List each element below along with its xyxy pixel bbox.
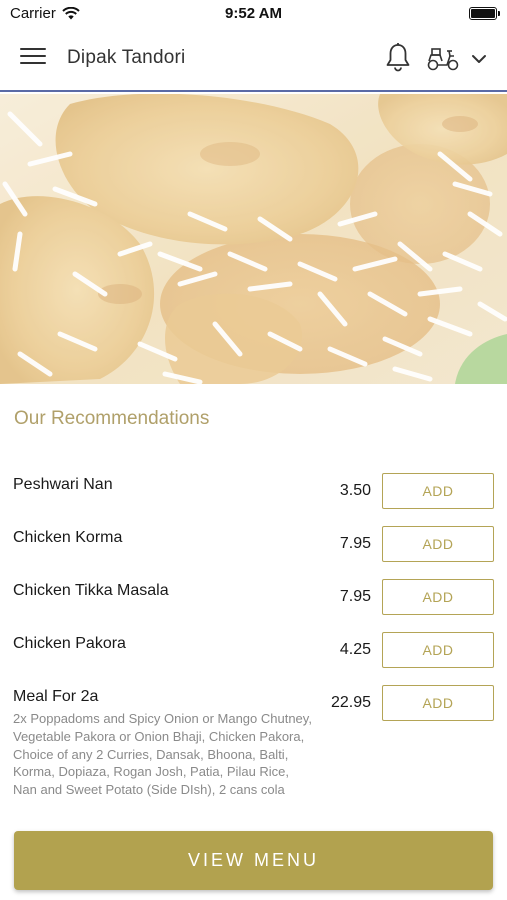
- add-button[interactable]: ADD: [382, 685, 494, 721]
- section-title: Our Recommendations: [14, 408, 210, 429]
- scooter-icon[interactable]: [426, 46, 460, 72]
- item-price: 4.25: [339, 641, 371, 658]
- add-button[interactable]: ADD: [382, 632, 494, 668]
- item-name: Chicken Tikka Masala: [13, 582, 169, 599]
- bell-icon[interactable]: [384, 42, 412, 74]
- item-description: 2x Poppadoms and Spicy Onion or Mango Ch…: [13, 711, 312, 798]
- food-photo: [0, 94, 507, 384]
- chevron-down-icon[interactable]: [470, 50, 488, 68]
- menu-icon[interactable]: [20, 48, 46, 70]
- page-title: Dipak Tandori: [67, 47, 186, 68]
- item-name: Chicken Pakora: [13, 635, 126, 652]
- item-name: Peshwari Nan: [13, 476, 113, 493]
- item-price: 22.95: [330, 694, 371, 711]
- item-price: 3.50: [339, 482, 371, 499]
- item-price: 7.95: [339, 588, 371, 605]
- add-button[interactable]: ADD: [382, 526, 494, 562]
- app-header: Dipak Tandori: [0, 28, 507, 92]
- item-price: 7.95: [339, 535, 371, 552]
- view-menu-button[interactable]: VIEW MENU: [14, 831, 493, 890]
- add-button[interactable]: ADD: [382, 473, 494, 509]
- item-name: Meal For 2a: [13, 688, 99, 705]
- battery-icon: [469, 7, 500, 20]
- status-bar: Carrier 9:52 AM: [0, 0, 507, 28]
- item-name: Chicken Korma: [13, 529, 123, 546]
- add-button[interactable]: ADD: [382, 579, 494, 615]
- hero-image: [0, 94, 507, 384]
- clock: 9:52 AM: [225, 5, 282, 22]
